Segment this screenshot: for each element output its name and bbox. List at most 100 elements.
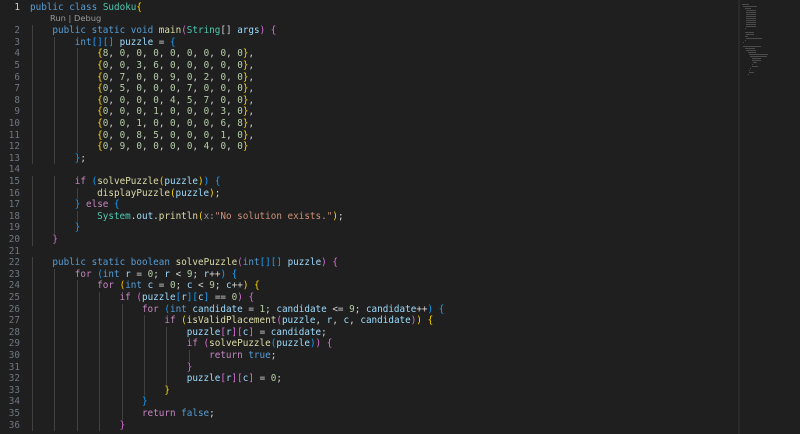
indent-guide <box>54 292 56 304</box>
code-token: ; <box>192 268 204 280</box>
code-line[interactable]: 4 {8, 0, 0, 0, 0, 0, 0, 0, 0}, <box>0 48 738 60</box>
code-line[interactable]: 16 displayPuzzle(puzzle); <box>0 188 738 200</box>
code-line[interactable]: 18 System.out.println(x:"No solution exi… <box>0 211 738 223</box>
indent-guide <box>54 268 56 281</box>
code-line[interactable]: 21 <box>0 246 738 258</box>
indent-guide <box>32 152 33 165</box>
indent-guide <box>54 396 56 408</box>
code-token: puzzle <box>186 373 221 385</box>
code-line[interactable]: 24 for (int c = 0; c < 9; c++) { <box>0 280 738 292</box>
code-token: , <box>248 94 255 106</box>
code-line[interactable]: 34 } <box>0 396 738 408</box>
code-token: , <box>315 315 327 327</box>
indent-guide <box>99 396 101 408</box>
code-line[interactable]: 8 {0, 0, 0, 0, 4, 5, 7, 0, 0}, <box>0 95 738 107</box>
code-line[interactable]: 28 puzzle[r][c] = candidate; <box>0 327 738 339</box>
code-line[interactable]: 29 if (solvePuzzle(puzzle)) { <box>0 338 738 350</box>
indent-guide <box>76 48 78 60</box>
code-line[interactable]: 14 <box>0 164 738 176</box>
code-token: , <box>226 106 238 118</box>
code-line[interactable]: 10 {0, 0, 1, 0, 0, 0, 0, 6, 8}, <box>0 118 738 130</box>
code-text: } else { <box>30 199 120 211</box>
code-line[interactable]: 30 return true; <box>0 350 738 362</box>
code-line[interactable]: 7 {0, 5, 0, 0, 0, 7, 0, 0, 0}, <box>0 83 738 95</box>
code-text: {0, 5, 0, 0, 0, 7, 0, 0, 0}, <box>30 83 254 95</box>
code-line[interactable]: 19 } <box>0 222 738 234</box>
indent-guide <box>166 338 168 350</box>
code-line[interactable]: 22 public static boolean solvePuzzle(int… <box>0 257 738 269</box>
code-line[interactable]: 3 int[][] puzzle = { <box>0 37 738 49</box>
code-token: { <box>136 2 143 13</box>
code-token: , <box>125 60 137 71</box>
line-number: 10 <box>8 118 20 129</box>
indent-guide <box>32 396 33 408</box>
code-line[interactable]: 6 {0, 7, 0, 0, 9, 0, 2, 0, 0}, <box>0 72 738 84</box>
code-token: solvePuzzle <box>209 338 271 350</box>
code-line[interactable]: 12 {0, 9, 0, 0, 0, 0, 4, 0, 0} <box>0 141 738 153</box>
code-line[interactable]: 5 {0, 0, 3, 6, 0, 0, 0, 0, 0}, <box>0 60 738 72</box>
line-number: 18 <box>8 210 20 222</box>
code-line[interactable]: 2 public static void main(String[] args)… <box>0 25 738 37</box>
code-line[interactable]: 13 }; <box>0 153 738 165</box>
indent-guide <box>144 361 145 374</box>
indent-guide <box>121 338 123 350</box>
code-token: , <box>142 71 154 83</box>
code-token: , <box>226 60 238 71</box>
code-token: displayPuzzle <box>97 187 170 199</box>
code-token: , <box>175 60 187 71</box>
code-token: , <box>142 106 154 118</box>
code-token: String <box>186 25 221 37</box>
code-token: { <box>438 303 445 315</box>
indent-guide <box>32 71 33 84</box>
code-line[interactable]: 32 puzzle[r][c] = 0; <box>0 373 738 385</box>
code-line[interactable]: 1 public class Sudoku{ <box>0 2 738 14</box>
code-token: candidate <box>192 303 243 315</box>
code-token: , <box>142 94 154 106</box>
code-line[interactable]: 15 if (solvePuzzle(puzzle)) { <box>0 176 738 188</box>
code-token: , <box>108 94 120 106</box>
code-line[interactable]: 27 if (isValidPlacement(puzzle, r, c, ca… <box>0 315 738 327</box>
code-line[interactable]: 20 } <box>0 234 738 246</box>
code-line[interactable]: 11 {0, 0, 8, 5, 0, 0, 0, 1, 0}, <box>0 130 738 142</box>
code-token: int <box>102 268 120 280</box>
indent-guide <box>76 396 78 408</box>
line-number: 13 <box>8 152 20 164</box>
indent-guide <box>121 315 123 327</box>
indent-guide <box>99 361 101 374</box>
code-line[interactable]: 9 {0, 0, 0, 1, 0, 0, 0, 3, 0}, <box>0 106 738 118</box>
code-token: , <box>158 83 171 95</box>
code-line[interactable]: 17 } else { <box>0 199 738 211</box>
code-token: , <box>175 83 187 95</box>
code-line[interactable]: 35 return false; <box>0 408 738 420</box>
code-line[interactable]: 26 for (int candidate = 1; candidate <= … <box>0 304 738 316</box>
code-text: }; <box>30 153 86 165</box>
code-text: {0, 9, 0, 0, 0, 0, 4, 0, 0} <box>30 141 248 153</box>
code-token: ; <box>209 408 215 419</box>
minimap-line <box>743 6 758 7</box>
code-text: {0, 0, 8, 5, 0, 0, 0, 1, 0}, <box>30 130 254 142</box>
code-token: , <box>125 141 137 153</box>
codelens-run-debug[interactable]: Run | Debug <box>50 13 101 24</box>
indent-guide <box>32 94 33 107</box>
code-token: , <box>248 48 255 60</box>
code-line[interactable]: 23 for (int r = 0; r < 9; r++) { <box>0 269 738 281</box>
code-token: , <box>192 83 204 95</box>
code-token: candidate <box>360 315 411 327</box>
code-token: , <box>332 315 344 327</box>
code-line[interactable]: 36 } <box>0 420 738 432</box>
code-editor[interactable]: Run | Debug 1 public class Sudoku{ 2 public… <box>0 0 738 434</box>
minimap[interactable] <box>740 0 800 434</box>
indent-guide <box>144 326 145 339</box>
indent-guide <box>54 187 56 200</box>
indent-guide <box>32 292 33 304</box>
code-token: , <box>192 48 204 60</box>
code-line[interactable]: 25 if (puzzle[r][c] == 0) { <box>0 292 738 304</box>
code-token: candidate <box>270 326 322 338</box>
indent-guide <box>32 25 33 37</box>
code-line[interactable]: 31 } <box>0 362 738 374</box>
line-number: 2 <box>14 25 20 37</box>
code-line[interactable]: 33 } <box>0 385 738 397</box>
